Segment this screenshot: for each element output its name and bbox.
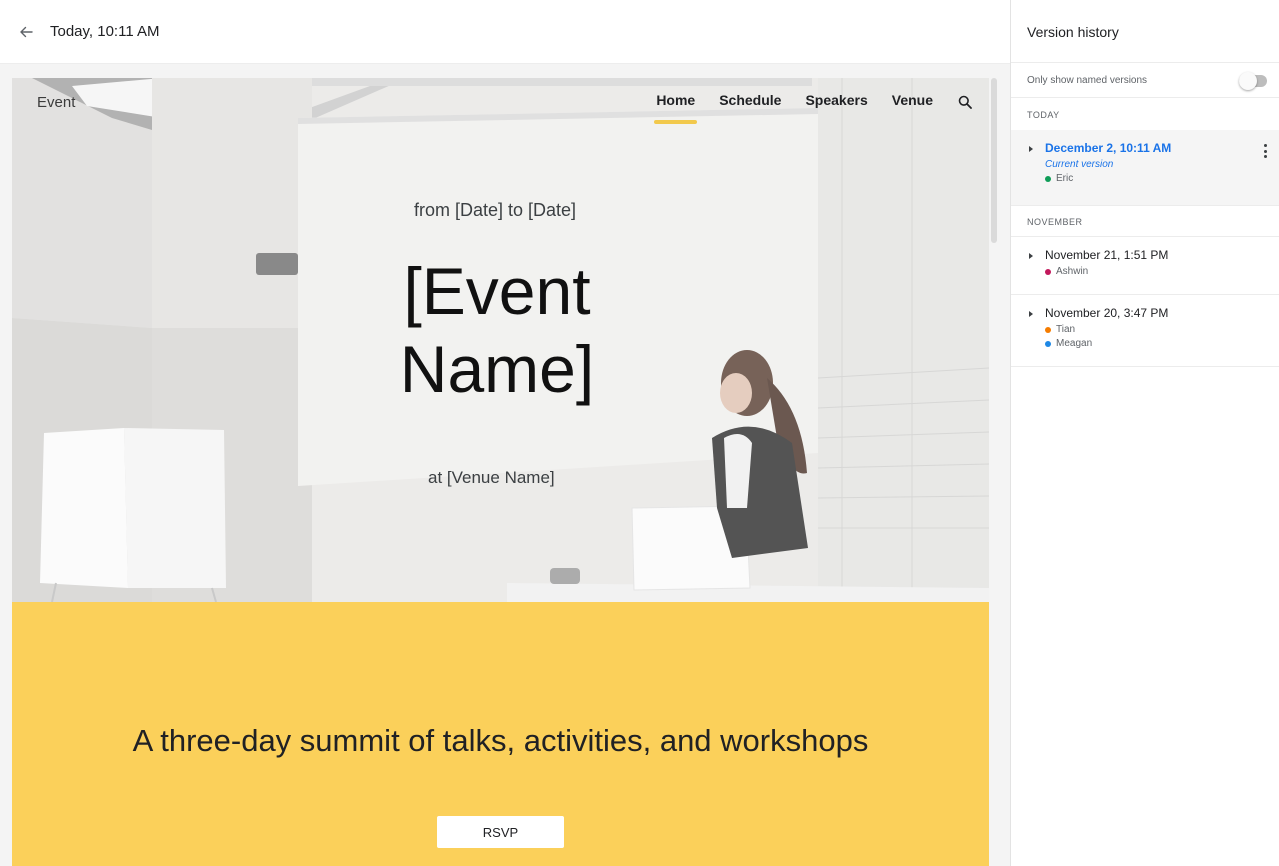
site-search-button[interactable] bbox=[955, 92, 975, 112]
search-icon bbox=[958, 95, 972, 109]
author-name: Meagan bbox=[1056, 338, 1093, 349]
event-dates-text: from [Date] to [Date] bbox=[414, 200, 577, 220]
author-color-dot bbox=[1045, 340, 1051, 347]
author-color-dot bbox=[1045, 268, 1051, 275]
nav-item-speakers[interactable]: Speakers bbox=[805, 92, 867, 112]
version-date: November 20, 3:47 PM bbox=[1045, 306, 1169, 320]
event-tagline: A three-day summit of talks, activities,… bbox=[132, 723, 869, 758]
section-label-today: TODAY bbox=[1027, 110, 1060, 120]
expand-caret-icon[interactable] bbox=[1029, 311, 1033, 317]
nav-item-schedule[interactable]: Schedule bbox=[719, 92, 781, 112]
version-author: Tian bbox=[1045, 324, 1075, 335]
more-vert-icon bbox=[1263, 144, 1267, 147]
more-options-button[interactable] bbox=[1260, 142, 1270, 160]
version-author: Ashwin bbox=[1045, 266, 1088, 277]
author-color-dot bbox=[1045, 175, 1051, 182]
expand-caret-icon[interactable] bbox=[1029, 146, 1033, 152]
named-versions-filter: Only show named versions bbox=[1011, 62, 1279, 98]
version-item[interactable]: November 20, 3:47 PM Tian Meagan bbox=[1011, 295, 1279, 367]
more-vert-icon-dot bbox=[1263, 155, 1267, 158]
more-vert-icon-dot bbox=[1263, 149, 1267, 153]
preview-scrollbar[interactable] bbox=[991, 78, 997, 243]
panel-title: Version history bbox=[1027, 24, 1119, 40]
expand-caret-icon[interactable] bbox=[1029, 253, 1033, 259]
rsvp-button[interactable]: RSVP bbox=[437, 816, 564, 848]
arrow-left-icon bbox=[20, 26, 33, 37]
version-date: December 2, 10:11 AM bbox=[1045, 141, 1172, 155]
version-author: Eric bbox=[1045, 173, 1073, 184]
version-author: Meagan bbox=[1045, 338, 1092, 349]
site-preview-area: Event Home Schedule Speakers Venue from … bbox=[0, 64, 1010, 866]
top-bar: Today, 10:11 AM bbox=[0, 0, 1010, 64]
event-title-line-1: [Event bbox=[403, 254, 591, 328]
named-versions-toggle[interactable] bbox=[1239, 72, 1269, 90]
author-name: Eric bbox=[1056, 173, 1074, 184]
author-name: Tian bbox=[1056, 324, 1076, 335]
event-title-line-2: Name] bbox=[399, 332, 595, 406]
summary-band: A three-day summit of talks, activities,… bbox=[12, 602, 989, 866]
version-item-current[interactable]: December 2, 10:11 AM Current version Eri… bbox=[1011, 130, 1279, 206]
version-item[interactable]: November 21, 1:51 PM Ashwin bbox=[1011, 237, 1279, 295]
nav-item-home[interactable]: Home bbox=[654, 92, 698, 124]
nav-links: Home Schedule Speakers Venue bbox=[632, 92, 975, 124]
event-title: [Event Name] bbox=[382, 252, 612, 408]
section-label-november: NOVEMBER bbox=[1027, 217, 1083, 227]
version-date: November 21, 1:51 PM bbox=[1045, 248, 1169, 262]
author-color-dot bbox=[1045, 326, 1051, 333]
version-timestamp-title: Today, 10:11 AM bbox=[50, 23, 160, 40]
hero-section: Event Home Schedule Speakers Venue from … bbox=[12, 78, 989, 602]
site-preview: Event Home Schedule Speakers Venue from … bbox=[12, 78, 989, 866]
version-history-panel: Version history Only show named versions… bbox=[1010, 0, 1279, 866]
toggle-knob bbox=[1239, 72, 1257, 90]
site-navigation: Event Home Schedule Speakers Venue bbox=[12, 78, 989, 138]
version-subtitle: Current version bbox=[1045, 159, 1114, 170]
back-button[interactable] bbox=[14, 20, 38, 44]
author-name: Ashwin bbox=[1056, 266, 1089, 277]
named-versions-label: Only show named versions bbox=[1027, 75, 1148, 86]
event-venue: at [Venue Name] bbox=[428, 468, 555, 487]
site-brand[interactable]: Event bbox=[37, 94, 75, 111]
nav-item-venue[interactable]: Venue bbox=[892, 92, 933, 112]
